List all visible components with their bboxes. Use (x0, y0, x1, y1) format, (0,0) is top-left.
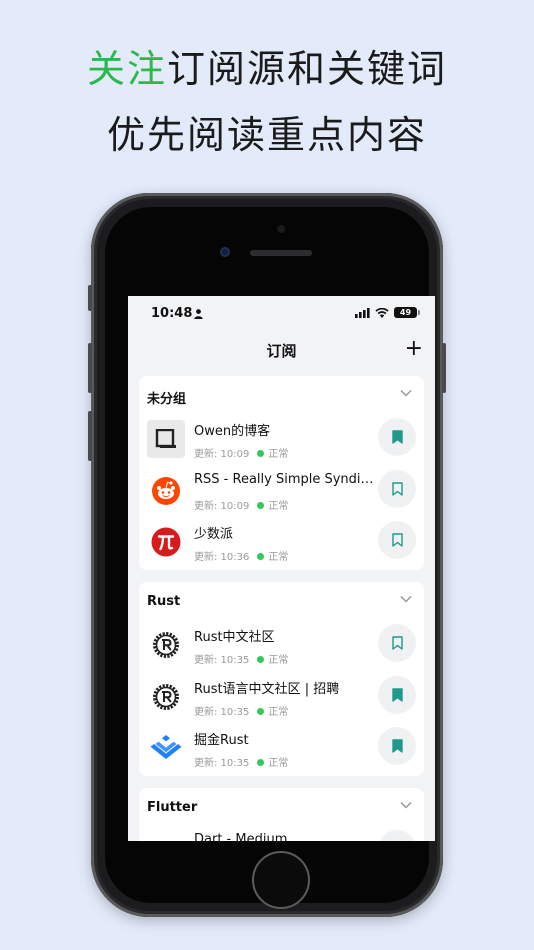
bookmark-button[interactable] (378, 727, 416, 765)
update-time: 更新: 10:09 (194, 501, 250, 512)
phone-frame: 10:48 49 订阅 + 未分组 Owen的博客 更新: 10:09 正常 R… (88, 193, 446, 917)
feed-meta: 更新: 10:35 正常 (194, 754, 288, 769)
status-bar: 10:48 49 (128, 296, 435, 332)
status-text: 正常 (268, 655, 289, 666)
status-dot (257, 450, 265, 457)
nav-bar: 订阅 + (128, 332, 435, 372)
chevron-down-icon[interactable] (400, 389, 412, 397)
status-dot (257, 502, 265, 509)
feed-meta: 更新: 10:35 正常 (194, 651, 288, 666)
status-dot (257, 656, 265, 663)
square-logo-icon (147, 420, 185, 458)
feed-title: 掘金Rust (194, 733, 249, 748)
feed-title: RSS - Really Simple Syndication (194, 472, 374, 487)
mute-switch (88, 285, 92, 311)
feed-meta: 更新: 10:09 正常 (194, 445, 288, 460)
feed-item[interactable]: Rust中文社区 更新: 10:35 正常 (139, 622, 424, 670)
add-feed-button[interactable]: + (405, 336, 423, 362)
chevron-down-icon[interactable] (400, 595, 412, 603)
bookmark-button[interactable] (378, 521, 416, 559)
status-text: 正常 (268, 552, 289, 563)
feed-group-ungrouped: 未分组 Owen的博客 更新: 10:09 正常 RSS - Really Si… (139, 376, 424, 570)
bookmark-button[interactable] (378, 470, 416, 508)
status-dot (257, 708, 265, 715)
feed-item[interactable]: 掘金Rust 更新: 10:35 正常 (139, 725, 424, 773)
status-right: 49 (355, 307, 420, 318)
wifi-icon (375, 307, 389, 318)
feed-meta: 更新: 10:35 正常 (194, 703, 288, 718)
reddit-icon (147, 472, 185, 510)
rust-gear-icon (147, 678, 185, 716)
bookmark-button[interactable] (378, 418, 416, 456)
juejin-icon (147, 729, 185, 767)
bookmark-button[interactable] (378, 676, 416, 714)
home-button[interactable] (252, 851, 310, 909)
volume-up-button (88, 343, 92, 393)
feed-title: 少数派 (194, 527, 234, 542)
phone-bezel: 10:48 49 订阅 + 未分组 Owen的博客 更新: 10:09 正常 R… (105, 207, 435, 909)
update-time: 更新: 10:35 (194, 655, 250, 666)
feed-item[interactable]: Rust语言中文社区 | 招聘 更新: 10:35 正常 (139, 674, 424, 722)
feed-title: Rust中文社区 (194, 630, 275, 645)
front-camera-icon (277, 225, 285, 233)
battery-icon: 49 (394, 307, 420, 318)
feed-title: Owen的博客 (194, 424, 271, 439)
person-icon (194, 309, 203, 319)
headline-line-1: 关注订阅源和关键词 (0, 38, 534, 93)
status-time: 10:48 (151, 306, 193, 321)
feed-item[interactable]: Dart - Medium (139, 828, 424, 841)
bookmark-filled-icon (391, 430, 403, 444)
chevron-down-icon[interactable] (400, 801, 412, 809)
bookmark-button[interactable] (378, 624, 416, 662)
status-text: 正常 (268, 449, 289, 460)
group-title: Flutter (147, 800, 198, 815)
feed-meta: 更新: 10:09 正常 (194, 497, 288, 512)
bookmark-outline-icon (391, 482, 403, 496)
update-time: 更新: 10:35 (194, 758, 250, 769)
update-time: 更新: 10:09 (194, 449, 250, 460)
group-title: Rust (147, 594, 181, 609)
update-time: 更新: 10:36 (194, 552, 250, 563)
volume-down-button (88, 411, 92, 461)
status-text: 正常 (268, 707, 289, 718)
feed-title: Dart - Medium (194, 832, 288, 841)
feed-item[interactable]: RSS - Really Simple Syndication 更新: 10:0… (139, 468, 424, 516)
sensor-icon (220, 247, 230, 257)
feed-title: Rust语言中文社区 | 招聘 (194, 682, 340, 697)
signal-icon (355, 307, 370, 318)
update-time: 更新: 10:35 (194, 707, 250, 718)
page-title: 订阅 (266, 342, 297, 360)
status-text: 正常 (268, 758, 289, 769)
group-title: 未分组 (147, 392, 187, 407)
feed-item[interactable]: Owen的博客 更新: 10:09 正常 (139, 416, 424, 464)
headline-rest: 订阅源和关键词 (167, 47, 448, 91)
feed-item[interactable]: 少数派 更新: 10:36 正常 (139, 519, 424, 567)
status-dot (257, 553, 265, 560)
rust-gear-icon (147, 626, 185, 664)
app-screen: 10:48 49 订阅 + 未分组 Owen的博客 更新: 10:09 正常 R… (128, 296, 435, 841)
feed-group-rust: Rust Rust中文社区 更新: 10:35 正常 Rust语言中文社区 | … (139, 582, 424, 776)
status-text: 正常 (268, 501, 289, 512)
bookmark-outline-icon (391, 636, 403, 650)
headline-accent: 关注 (86, 47, 167, 91)
status-dot (257, 759, 265, 766)
bookmark-filled-icon (391, 739, 403, 753)
bookmark-filled-icon (391, 688, 403, 702)
headline-line-2: 优先阅读重点内容 (106, 113, 427, 157)
bookmark-outline-icon (391, 533, 403, 547)
feed-group-flutter: Flutter Dart - Medium (139, 788, 424, 841)
feed-meta: 更新: 10:36 正常 (194, 548, 288, 563)
earpiece-speaker (250, 250, 312, 256)
pi-icon (147, 523, 185, 561)
bookmark-button[interactable] (378, 830, 416, 841)
power-button (442, 343, 446, 393)
